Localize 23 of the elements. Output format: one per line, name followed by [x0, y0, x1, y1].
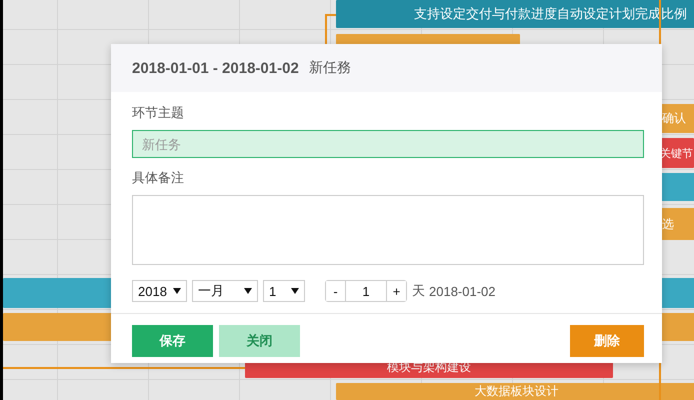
- date-range: 2018-01-01 - 2018-01-02: [132, 60, 299, 76]
- number-stepper[interactable]: - 1 +: [325, 280, 407, 302]
- task-bar[interactable]: 确认: [660, 104, 694, 133]
- input-field[interactable]: 新任务: [132, 130, 644, 158]
- unit-label: 天: [412, 282, 425, 300]
- dropdown[interactable]: 2018: [132, 280, 187, 302]
- caret-icon: [291, 288, 299, 294]
- caret-icon: [173, 288, 181, 294]
- task-bar[interactable]: 选: [660, 208, 694, 240]
- task-bar[interactable]: [660, 173, 694, 201]
- end-date: 2018-01-02: [429, 284, 496, 298]
- notes-field[interactable]: [132, 195, 644, 265]
- dialog-button[interactable]: 删除: [570, 325, 644, 357]
- dialog-title: 新任務: [308, 59, 351, 77]
- caret-icon: [244, 288, 252, 294]
- dropdown[interactable]: 一月: [192, 280, 258, 302]
- dialog-button[interactable]: 保存: [132, 325, 213, 357]
- dialog-button[interactable]: 关闭: [219, 325, 300, 357]
- task-bar[interactable]: 大数据板块设计: [336, 383, 694, 400]
- number-field[interactable]: 1: [345, 281, 387, 301]
- dropdown[interactable]: 1: [263, 280, 305, 302]
- field-label: 环节主题: [132, 104, 185, 122]
- field-label: 具体备注: [132, 169, 185, 187]
